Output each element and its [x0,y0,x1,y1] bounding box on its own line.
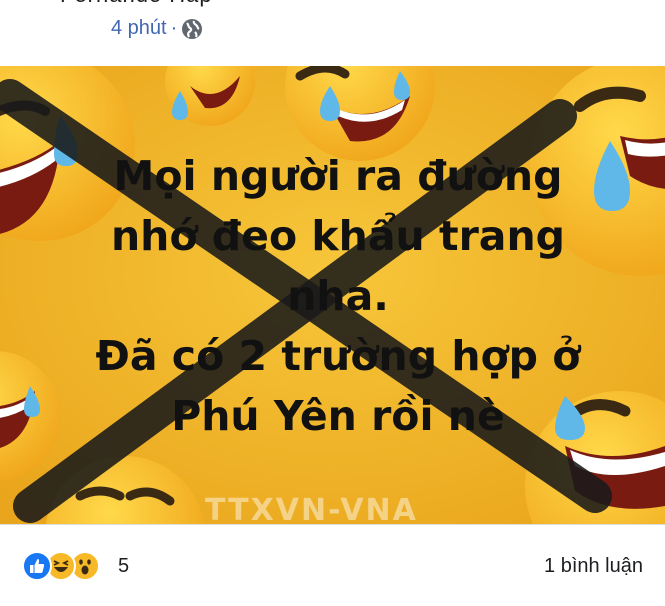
caption-line: Mọi người ra đường [113,152,563,200]
reaction-count[interactable]: 5 [118,555,129,578]
comment-count[interactable]: 1 bình luận [544,555,643,578]
globe-icon [181,18,203,40]
caption-line: nha. [287,272,389,320]
post-image[interactable]: Mọi người ra đường nhớ đeo khẩu trang nh… [0,66,665,524]
timestamp-text[interactable]: 4 phút [111,17,167,40]
post-timestamp[interactable]: 4 phút · [111,17,203,40]
watermark: TTXVN-VNA [205,493,418,524]
author-name[interactable]: Fernando Hap [60,0,213,8]
image-caption: Mọi người ra đường nhớ đeo khẩu trang nh… [58,146,618,446]
post-header: Fernando Hap 4 phút · [0,0,665,66]
caption-line: Phú Yên rồi nè [171,392,505,440]
separator: · [170,17,178,39]
like-icon [22,551,52,581]
reactions-bar: 5 1 bình luận [0,524,665,606]
caption-line: nhớ đeo khẩu trang [110,212,566,260]
reaction-icons[interactable] [22,551,100,581]
caption-line: Đã có 2 trường hợp ở [95,332,581,380]
